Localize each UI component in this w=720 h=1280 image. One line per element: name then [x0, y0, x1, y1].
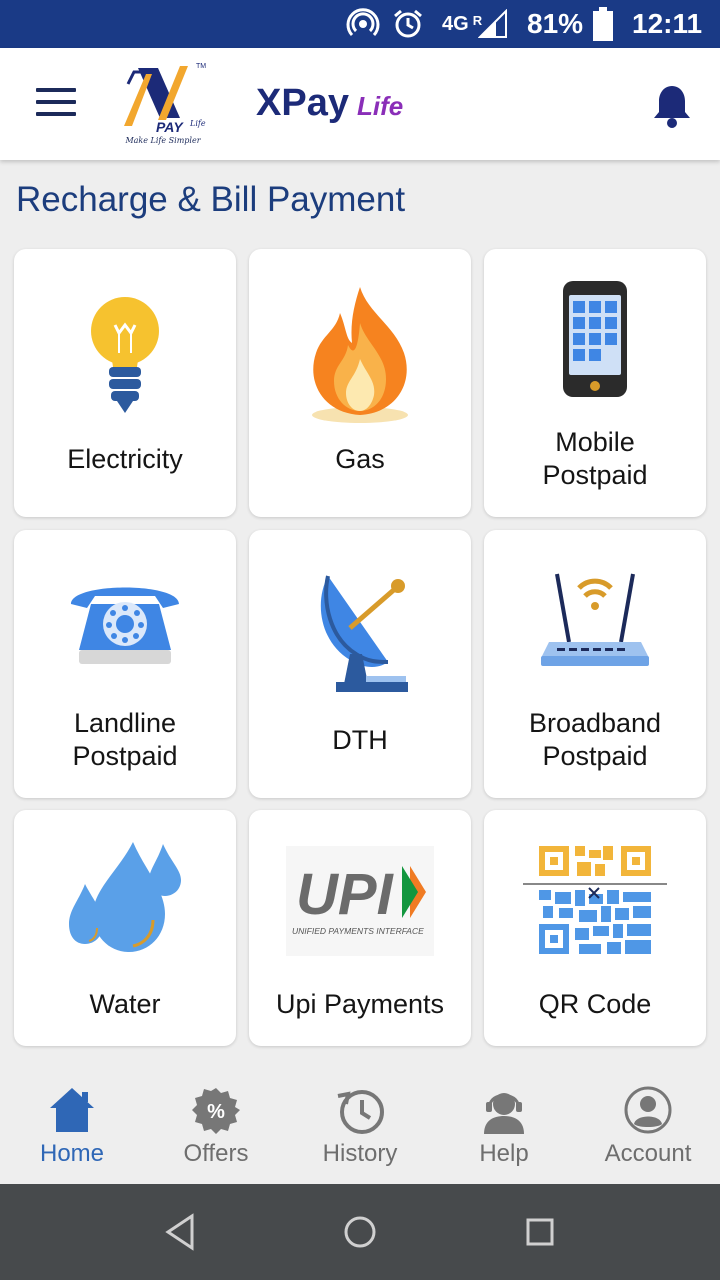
tile-label-line: Postpaid [542, 741, 648, 771]
xpay-logo: TM PAY Life Make Life Simpler [118, 60, 208, 150]
upi-subtitle: UNIFIED PAYMENTS INTERFACE [292, 926, 424, 936]
account-icon [624, 1086, 672, 1134]
app-bar: TM PAY Life Make Life Simpler XPay Life [0, 48, 720, 160]
menu-button[interactable] [36, 88, 76, 120]
clock: 12:11 [632, 8, 703, 39]
nav-account[interactable]: Account [576, 1066, 720, 1184]
alarm-icon [391, 0, 425, 48]
tile-label-line: Landline [73, 708, 177, 738]
tile-label-line: Broadband [528, 708, 662, 738]
tile-label: Broadband Postpaid [484, 707, 706, 773]
tile-label: QR Code [538, 989, 652, 1019]
tile-landline-postpaid[interactable]: Landline Postpaid [14, 530, 236, 798]
offers-icon: % [192, 1086, 240, 1134]
satellite-dish-icon [249, 572, 471, 698]
history-icon [336, 1086, 384, 1134]
tile-label: Water [89, 989, 161, 1019]
tile-label-line: Postpaid [542, 460, 648, 490]
menu-icon-line [36, 112, 76, 116]
water-drop-icon [14, 840, 236, 954]
tile-water[interactable]: Water [14, 810, 236, 1046]
battery-percent: 81% [527, 8, 584, 39]
tile-label-line: Postpaid [72, 741, 178, 771]
tile-broadband-postpaid[interactable]: Broadband Postpaid [484, 530, 706, 798]
offers-badge-text: % [207, 1101, 225, 1123]
nav-label: Home [39, 1140, 105, 1167]
logo-script-text: Life [189, 119, 206, 128]
mobile-phone-icon [484, 279, 706, 399]
app-title-main: XPay [256, 82, 349, 124]
tile-upi-payments[interactable]: UPI UNIFIED PAYMENTS INTERFACE Upi Payme… [249, 810, 471, 1046]
status-bar: 4G R 81% 12:11 [0, 0, 720, 48]
logo-pay-text: PAY [156, 119, 184, 135]
tile-dth[interactable]: DTH [249, 530, 471, 798]
nav-label: Account [604, 1140, 692, 1167]
battery-icon [592, 0, 614, 48]
tile-label: Electricity [67, 444, 183, 474]
tile-label: Landline Postpaid [14, 707, 236, 773]
nav-offers[interactable]: % Offers [144, 1066, 288, 1184]
menu-icon-line [36, 100, 76, 104]
tile-electricity[interactable]: Electricity [14, 249, 236, 517]
recents-square-icon[interactable] [520, 1212, 560, 1252]
back-icon[interactable] [160, 1212, 200, 1252]
network-type: 4G R [442, 12, 483, 35]
nav-label: Offers [183, 1140, 249, 1167]
nav-home[interactable]: Home [0, 1066, 144, 1184]
upi-logo-text: UPI [296, 862, 395, 927]
help-support-icon [480, 1086, 528, 1134]
router-icon [484, 570, 706, 670]
nav-label: History [322, 1140, 398, 1167]
tile-label-line: Mobile [555, 427, 635, 457]
tile-gas[interactable]: Gas [249, 249, 471, 517]
signal-icon [478, 0, 508, 48]
tile-label: DTH [332, 725, 388, 755]
tile-mobile-postpaid[interactable]: Mobile Postpaid [484, 249, 706, 517]
tile-qr-code[interactable]: QR Code [484, 810, 706, 1046]
app-title: XPay Life [256, 82, 403, 125]
upi-logo-icon: UPI UNIFIED PAYMENTS INTERFACE [249, 846, 471, 956]
bulb-icon [14, 293, 236, 417]
hotspot-icon [346, 0, 380, 48]
tile-label: Mobile Postpaid [484, 426, 706, 492]
flame-icon [249, 283, 471, 427]
qr-code-icon [484, 844, 706, 956]
nav-help[interactable]: Help [432, 1066, 576, 1184]
menu-icon-line [36, 88, 76, 92]
system-navigation-bar [0, 1184, 720, 1280]
app-title-sub: Life [356, 91, 404, 121]
tile-label: Gas [335, 444, 385, 474]
home-circle-icon[interactable] [340, 1212, 380, 1252]
home-icon [48, 1086, 96, 1134]
svg-text:TM: TM [196, 63, 206, 70]
bottom-navigation: Home % Offers History Help Account [0, 1066, 720, 1184]
nav-label: Help [479, 1140, 529, 1167]
nav-history[interactable]: History [288, 1066, 432, 1184]
telephone-icon [14, 574, 236, 666]
tile-label: Upi Payments [275, 989, 445, 1019]
notification-bell-icon[interactable] [652, 84, 692, 128]
section-title: Recharge & Bill Payment [16, 180, 406, 219]
logo-tagline: Make Life Simpler [125, 136, 201, 145]
